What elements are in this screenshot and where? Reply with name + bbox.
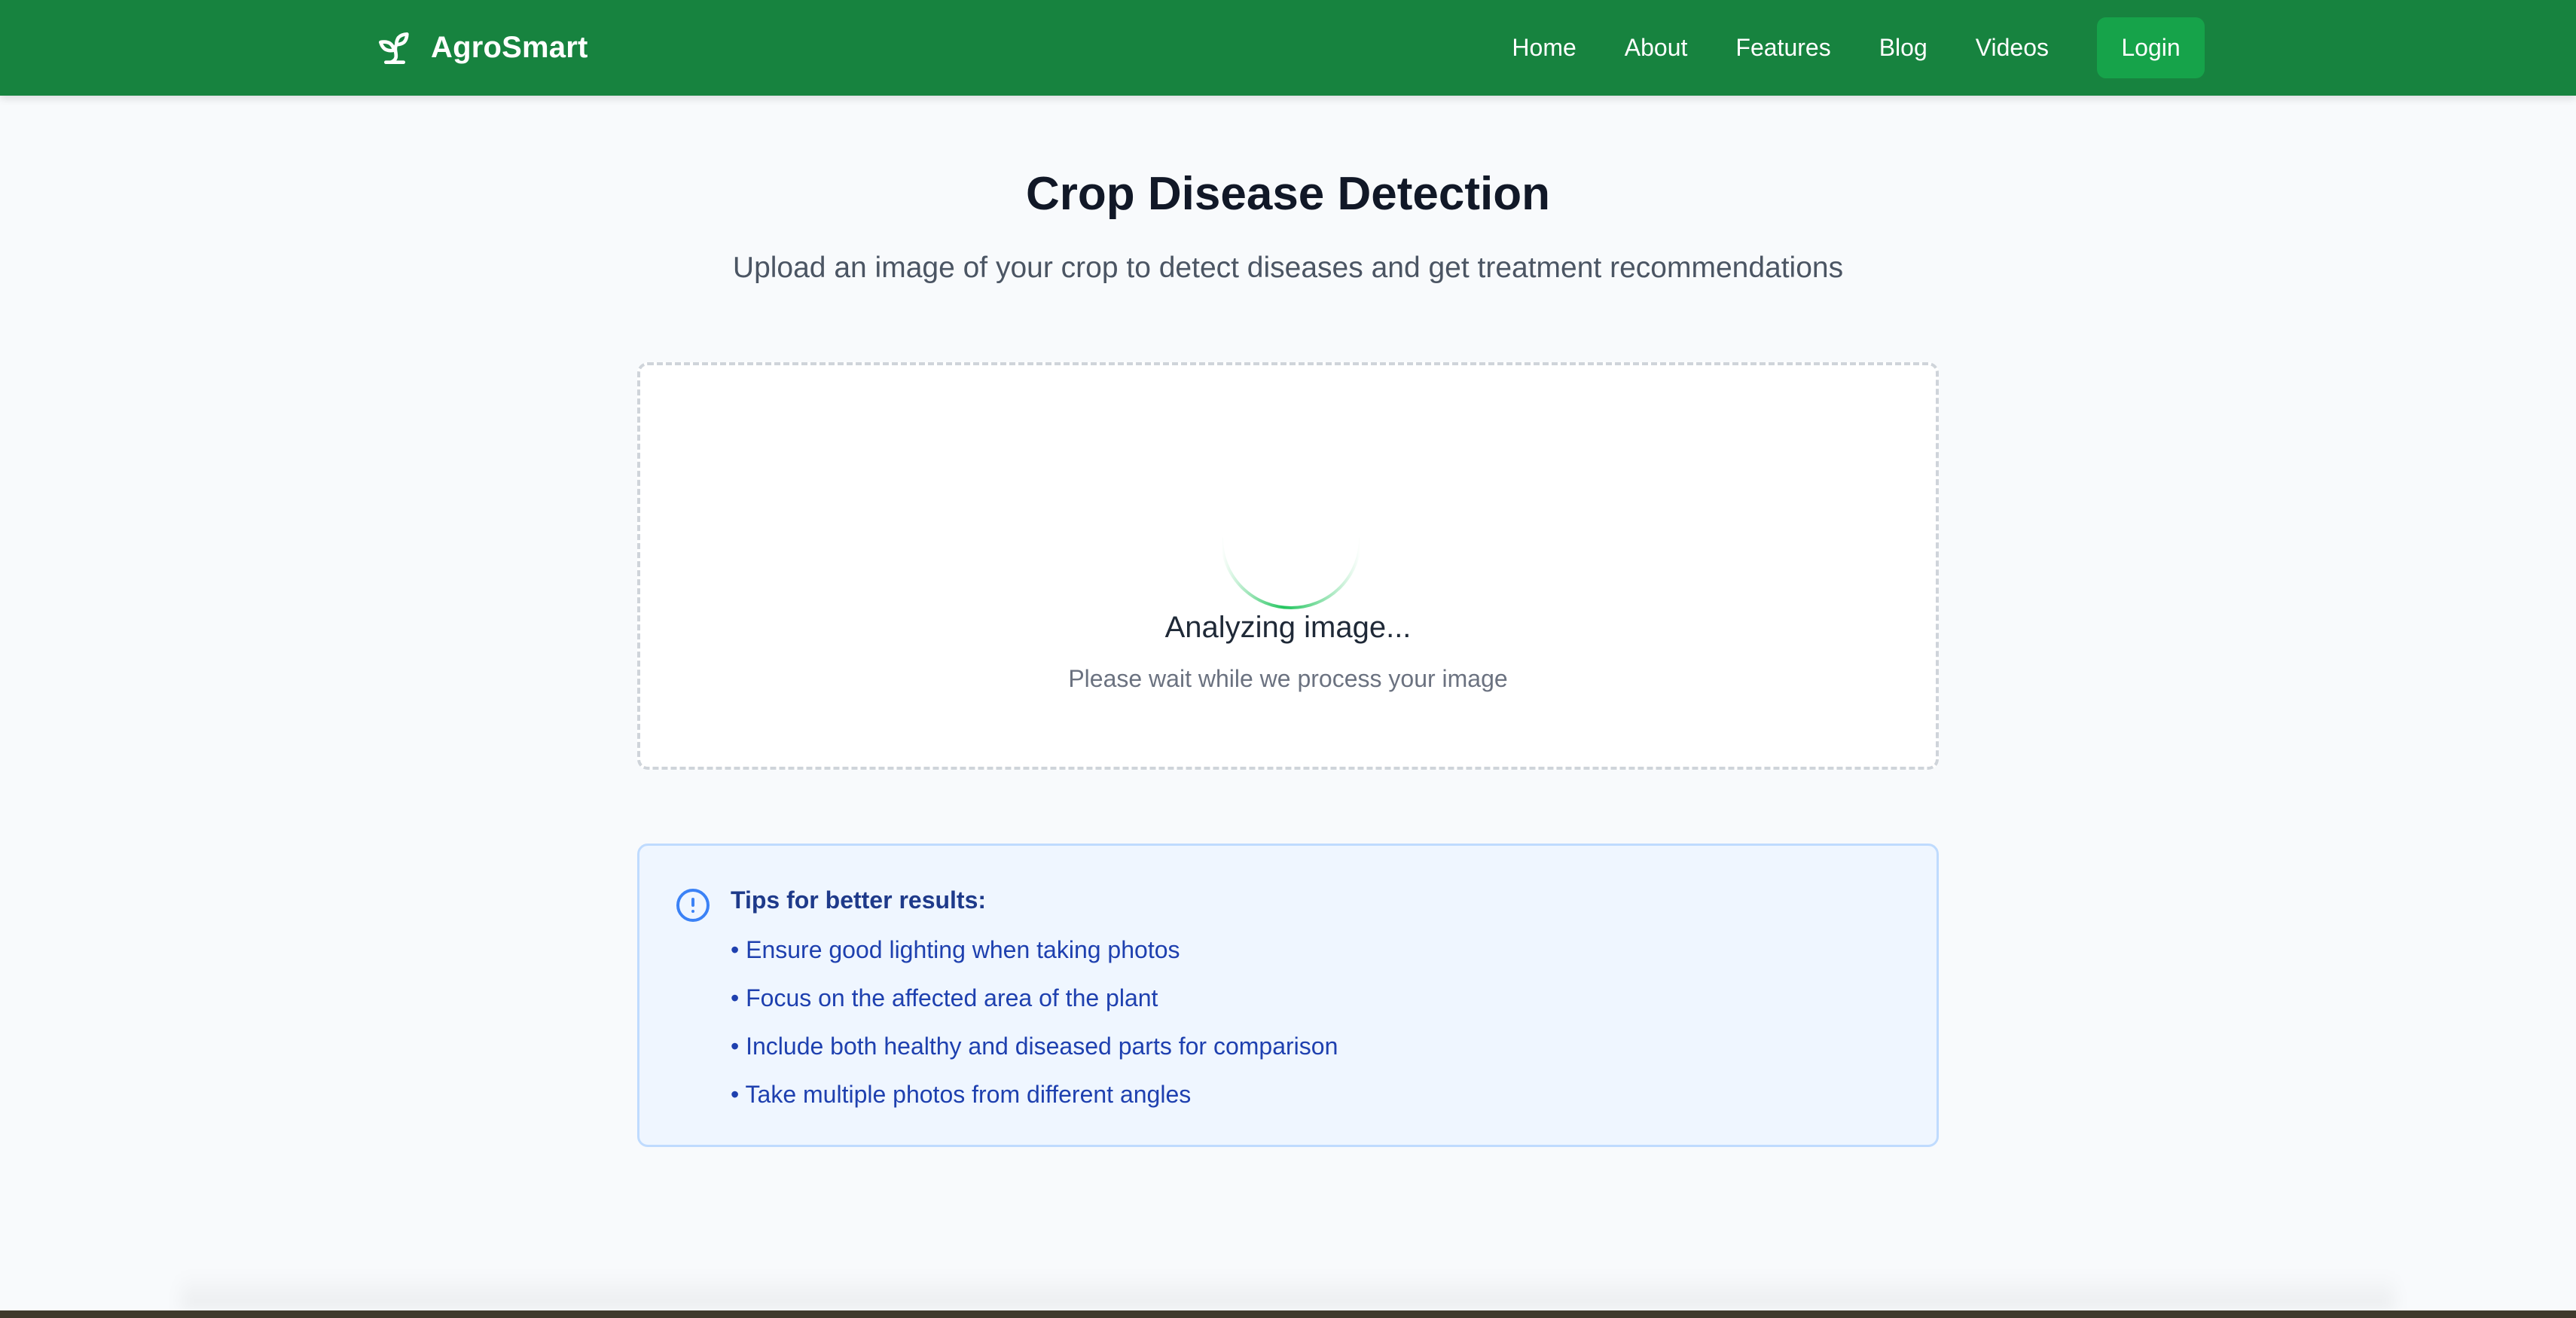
nav-link-features[interactable]: Features bbox=[1735, 34, 1830, 62]
info-circle-icon bbox=[676, 889, 710, 922]
nav-link-videos[interactable]: Videos bbox=[1976, 34, 2049, 62]
loading-spinner-icon bbox=[1220, 537, 1362, 609]
upload-dropzone[interactable]: Analyzing image... Please wait while we … bbox=[637, 362, 1939, 770]
footer-edge bbox=[0, 1310, 2576, 1318]
brand-logo[interactable]: AgroSmart bbox=[374, 0, 588, 96]
analyzing-status: Analyzing image... bbox=[1164, 611, 1412, 644]
tips-panel: Tips for better results: • Ensure good l… bbox=[637, 844, 1939, 1147]
sprout-icon bbox=[379, 32, 409, 64]
tip-item: • Focus on the affected area of the plan… bbox=[731, 984, 1158, 1011]
nav-link-home[interactable]: Home bbox=[1512, 34, 1576, 62]
tip-item: • Include both healthy and diseased part… bbox=[731, 1033, 1338, 1060]
analyzing-message: Please wait while we process your image bbox=[1068, 665, 1508, 692]
nav-link-about[interactable]: About bbox=[1625, 34, 1688, 62]
brand-name: AgroSmart bbox=[431, 31, 588, 64]
nav-link-blog[interactable]: Blog bbox=[1879, 34, 1927, 62]
navbar: AgroSmart Home About Features Blog Video… bbox=[0, 0, 2576, 96]
page-title: Crop Disease Detection bbox=[1026, 168, 1550, 220]
tip-item: • Take multiple photos from different an… bbox=[731, 1081, 1192, 1108]
tips-title: Tips for better results: bbox=[731, 886, 987, 914]
page-subtitle: Upload an image of your crop to detect d… bbox=[732, 252, 1844, 284]
footer-shadow bbox=[181, 1273, 2395, 1310]
nav-links: Home About Features Blog Videos Login bbox=[1512, 0, 2205, 96]
tips-list: • Ensure good lighting when taking photo… bbox=[731, 935, 1338, 1127]
tip-item: • Ensure good lighting when taking photo… bbox=[731, 936, 1180, 963]
login-button[interactable]: Login bbox=[2097, 17, 2205, 78]
